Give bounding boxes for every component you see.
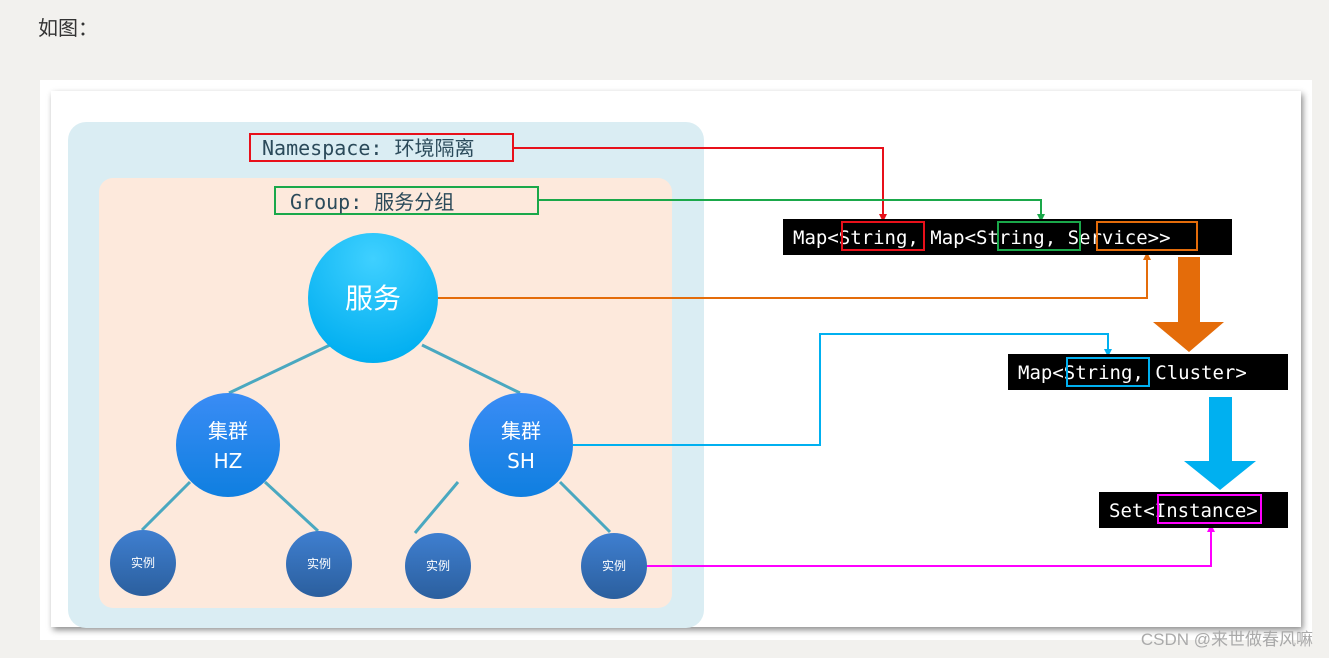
outer-map-text: Map<String, Map<String, Service>> — [793, 227, 1171, 249]
instance-label-4: 实例 — [602, 558, 626, 573]
cluster-map-text: Map<String, Cluster> — [1018, 362, 1247, 384]
group-label: Group: 服务分组 — [290, 190, 454, 214]
instance-set-text: Set<Instance> — [1109, 500, 1258, 522]
cluster-sh-line2: SH — [507, 449, 535, 473]
namespace-label: Namespace: 环境隔离 — [262, 136, 474, 160]
instance-label-3: 实例 — [426, 558, 450, 573]
blue-down-arrow — [1184, 397, 1256, 490]
cluster-hz-line2: HZ — [214, 449, 243, 473]
cluster-hz-line1: 集群 — [208, 419, 248, 443]
cluster-node-sh — [469, 393, 573, 497]
instance-label-2: 实例 — [307, 556, 331, 571]
orange-down-arrow — [1153, 257, 1224, 352]
service-node-label: 服务 — [345, 282, 401, 315]
csdn-watermark: CSDN @来世做春风嘛 — [1140, 630, 1313, 649]
cluster-sh-line1: 集群 — [501, 419, 541, 443]
instance-connector — [647, 528, 1212, 567]
nacos-model-diagram: Namespace: 环境隔离 Group: 服务分组 服务 集群 HZ 集群 … — [68, 122, 1288, 628]
cluster-node-hz — [176, 393, 280, 497]
instance-label-1: 实例 — [131, 555, 155, 570]
